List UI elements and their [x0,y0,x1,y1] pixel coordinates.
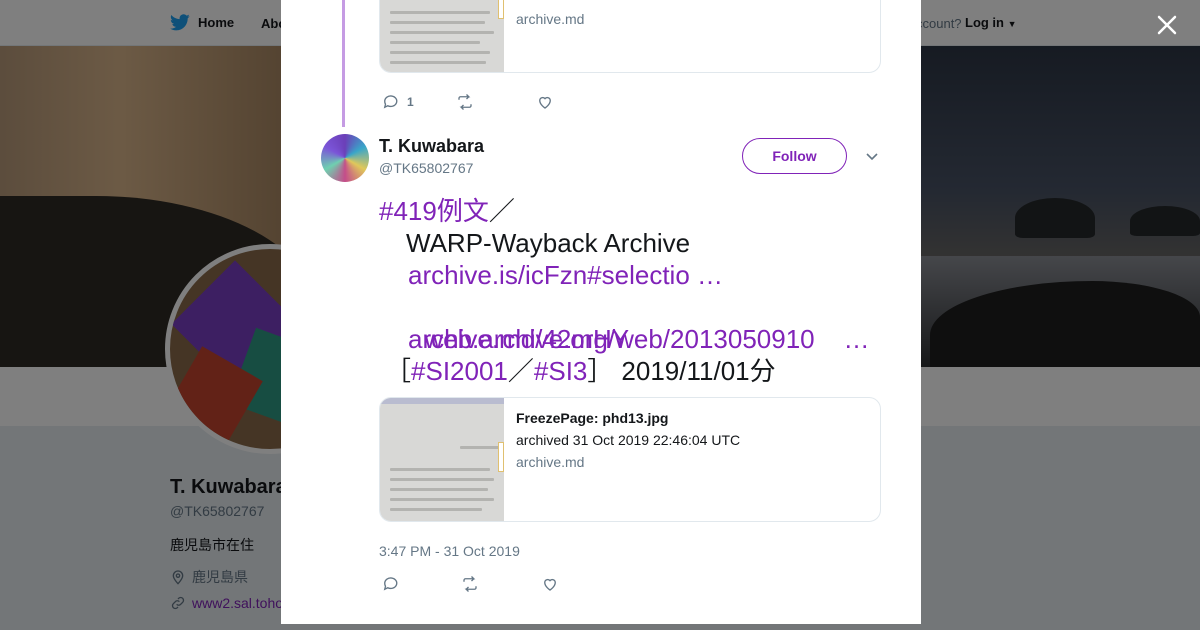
like-icon [538,96,551,109]
tweet-date-text: 2019/11/01分 [621,356,776,386]
reply-button[interactable]: 1 [381,93,414,111]
archive-is-link[interactable]: archive.is/icFzn#selectio … [408,260,723,290]
thread-connector-line [342,0,345,127]
tweet-author-avatar[interactable] [321,134,369,182]
hashtag-si3-link[interactable]: #SI3 [534,356,588,386]
card-thumbnail [380,0,504,72]
tweet-line-1: #419例文／ [379,195,869,227]
reply-icon [383,95,398,109]
tweet-author-name[interactable]: T. Kuwabara [379,136,484,157]
archive-md-link[interactable]: archive.md/42mHY [408,324,629,354]
retweet-button[interactable] [461,575,479,593]
retweet-icon [458,94,472,110]
tweet-line-4: web.archive.org/web/2013050910 … [379,291,869,354]
reply-count: 1 [407,95,414,109]
link-preview-card[interactable]: FreezePage: phd13.jpg archived 31 Oct 20… [379,397,881,522]
tweet-line-2: WARP-Wayback Archive [406,228,691,258]
tweet-line-6: ［#SI2001／#SI3］ 2019/11/01分 [379,355,869,387]
bracket-close: ］ [587,356,614,386]
reply-icon [383,577,398,591]
tweet-timestamp[interactable]: 3:47 PM - 31 Oct 2019 [379,543,520,559]
tweet-modal: archive.md 1 T. Kuwabara @TK65802767 Fol… [281,0,921,624]
card-description: archived 31 Oct 2019 22:46:04 UTC [516,432,741,448]
separator-text: ／ [488,196,515,226]
bracket-open: ［ [385,356,412,386]
like-button[interactable] [536,93,554,111]
retweet-button[interactable] [456,93,474,111]
tweet-actions [381,574,559,594]
reply-button[interactable] [381,575,399,593]
hashtag-si2001-link[interactable]: #SI2001 [411,356,508,386]
tweet-text: #419例文／ WARP-Wayback Archive archive.is/… [379,195,870,387]
card-thumbnail [380,398,504,521]
hashtag-link[interactable]: #419例文 [379,196,489,226]
previous-tweet-actions: 1 [381,92,554,112]
card-domain: archive.md [516,11,585,27]
separator-text: ／ [507,356,534,386]
like-icon [544,578,556,591]
previous-link-card[interactable]: archive.md [379,0,881,73]
close-icon[interactable] [1154,12,1180,38]
like-button[interactable] [541,575,559,593]
tweet-author-handle[interactable]: @TK65802767 [379,160,473,176]
chevron-down-icon[interactable] [864,148,880,164]
card-domain: archive.md [516,454,585,470]
tweet-line-3: archive.is/icFzn#selectio … [379,259,869,291]
follow-button[interactable]: Follow [742,138,847,174]
retweet-icon [463,576,477,592]
card-title: FreezePage: phd13.jpg [516,410,669,426]
